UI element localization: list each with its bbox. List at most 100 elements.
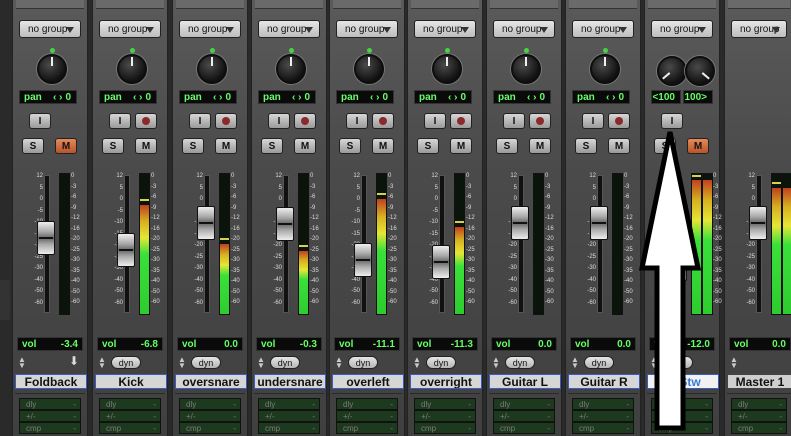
insert-slot[interactable]: +/- bbox=[258, 410, 320, 423]
track-name-label[interactable]: Foldback bbox=[15, 374, 87, 389]
group-selector[interactable]: no group bbox=[651, 20, 713, 38]
mute-button[interactable]: M bbox=[294, 138, 316, 154]
automation-mode-arrows-icon[interactable]: ▲ ▼ bbox=[18, 356, 28, 370]
record-enable-button[interactable] bbox=[215, 113, 237, 129]
group-selector[interactable]: no group bbox=[493, 20, 555, 38]
insert-slot[interactable]: cmp bbox=[336, 422, 398, 435]
solo-button[interactable]: S bbox=[102, 138, 124, 154]
pan-knob[interactable] bbox=[117, 48, 147, 84]
record-enable-button[interactable] bbox=[372, 113, 394, 129]
input-monitor-button[interactable]: I bbox=[268, 113, 290, 129]
solo-button[interactable]: S bbox=[339, 138, 361, 154]
automation-mode-selector[interactable]: dyn bbox=[426, 356, 456, 369]
insert-slot[interactable]: cmp bbox=[493, 422, 555, 435]
pan-knob[interactable] bbox=[590, 48, 620, 84]
insert-slot[interactable]: dly bbox=[19, 398, 81, 411]
insert-slot[interactable]: +/- bbox=[572, 410, 634, 423]
solo-button[interactable]: S bbox=[417, 138, 439, 154]
insert-slot[interactable]: cmp bbox=[731, 422, 787, 435]
automation-mode-arrows-icon[interactable]: ▲ ▼ bbox=[730, 356, 740, 370]
pan-knob-left[interactable] bbox=[657, 56, 687, 86]
automation-mode-selector[interactable]: dyn bbox=[505, 356, 535, 369]
automation-mode-arrows-icon[interactable]: ▲ ▼ bbox=[98, 356, 108, 370]
automation-mode-selector[interactable]: dyn bbox=[584, 356, 614, 369]
track-name-label[interactable]: Guitar R bbox=[568, 374, 640, 389]
group-selector[interactable]: no group bbox=[99, 20, 161, 38]
track-name-label[interactable]: Master 1 bbox=[727, 374, 791, 389]
pan-knob[interactable] bbox=[37, 48, 67, 84]
record-enable-button[interactable] bbox=[135, 113, 157, 129]
automation-mode-selector[interactable]: dyn bbox=[348, 356, 378, 369]
automation-mode-arrows-icon[interactable]: ▲ ▼ bbox=[335, 356, 345, 370]
insert-slot[interactable]: cmp bbox=[414, 422, 476, 435]
mute-button[interactable]: M bbox=[135, 138, 157, 154]
record-enable-button[interactable] bbox=[294, 113, 316, 129]
solo-button[interactable]: S bbox=[182, 138, 204, 154]
track-name-label[interactable]: overright bbox=[410, 374, 482, 389]
pan-knob[interactable] bbox=[354, 48, 384, 84]
insert-slot[interactable]: cmp bbox=[258, 422, 320, 435]
insert-slot[interactable]: dly bbox=[731, 398, 787, 411]
record-enable-button[interactable] bbox=[450, 113, 472, 129]
input-monitor-button[interactable]: I bbox=[29, 113, 51, 129]
insert-slot[interactable]: cmp bbox=[572, 422, 634, 435]
record-enable-button[interactable] bbox=[608, 113, 630, 129]
solo-button[interactable]: S bbox=[261, 138, 283, 154]
group-selector[interactable]: no group bbox=[572, 20, 634, 38]
track-name-label[interactable]: oversnare bbox=[175, 374, 247, 389]
pan-knob-right[interactable] bbox=[685, 56, 715, 86]
insert-slot[interactable]: +/- bbox=[336, 410, 398, 423]
automation-mode-selector[interactable]: dyn bbox=[270, 356, 300, 369]
mute-button[interactable]: M bbox=[372, 138, 394, 154]
insert-slot[interactable]: dly bbox=[493, 398, 555, 411]
mute-button[interactable]: M bbox=[55, 138, 77, 154]
input-monitor-button[interactable]: I bbox=[582, 113, 604, 129]
insert-slot[interactable]: +/- bbox=[19, 410, 81, 423]
volume-fader[interactable] bbox=[590, 206, 608, 241]
insert-slot[interactable]: cmp bbox=[179, 422, 241, 435]
pan-knob[interactable] bbox=[511, 48, 541, 84]
track-name-label[interactable]: overleft bbox=[332, 374, 404, 389]
automation-mode-arrows-icon[interactable]: ▲ ▼ bbox=[492, 356, 502, 370]
volume-fader[interactable] bbox=[432, 244, 450, 279]
automation-mode-selector[interactable]: dyn bbox=[111, 356, 141, 369]
volume-fader[interactable] bbox=[749, 206, 767, 241]
track-name-label[interactable]: Kick bbox=[95, 374, 167, 389]
automation-mode-arrows-icon[interactable]: ▲ ▼ bbox=[571, 356, 581, 370]
group-selector[interactable]: no group bbox=[414, 20, 476, 38]
mute-button[interactable]: M bbox=[529, 138, 551, 154]
insert-slot[interactable]: +/- bbox=[99, 410, 161, 423]
track-name-label[interactable]: Guitar L bbox=[489, 374, 561, 389]
volume-fader[interactable] bbox=[197, 206, 215, 241]
insert-slot[interactable]: cmp bbox=[99, 422, 161, 435]
insert-slot[interactable]: +/- bbox=[493, 410, 555, 423]
insert-slot[interactable]: dly bbox=[336, 398, 398, 411]
insert-slot[interactable]: +/- bbox=[179, 410, 241, 423]
automation-mode-arrows-icon[interactable]: ▲ ▼ bbox=[178, 356, 188, 370]
insert-slot[interactable]: +/- bbox=[414, 410, 476, 423]
input-monitor-button[interactable]: I bbox=[503, 113, 525, 129]
insert-slot[interactable]: dly bbox=[258, 398, 320, 411]
track-name-label[interactable]: undersnare bbox=[254, 374, 326, 389]
automation-mode-arrows-icon[interactable]: ▲ ▼ bbox=[413, 356, 423, 370]
group-selector[interactable]: no group bbox=[731, 20, 787, 38]
insert-slot[interactable]: cmp bbox=[19, 422, 81, 435]
volume-fader[interactable] bbox=[511, 206, 529, 241]
mute-button[interactable]: M bbox=[215, 138, 237, 154]
input-monitor-button[interactable]: I bbox=[424, 113, 446, 129]
volume-fader[interactable] bbox=[354, 243, 372, 278]
automation-mode-arrows-icon[interactable]: ▲ ▼ bbox=[257, 356, 267, 370]
solo-button[interactable]: S bbox=[22, 138, 44, 154]
input-monitor-button[interactable]: I bbox=[109, 113, 131, 129]
volume-fader[interactable] bbox=[276, 207, 294, 242]
pan-knob[interactable] bbox=[197, 48, 227, 84]
pan-knob[interactable] bbox=[432, 48, 462, 84]
mute-button[interactable]: M bbox=[608, 138, 630, 154]
insert-slot[interactable]: dly bbox=[572, 398, 634, 411]
input-monitor-button[interactable]: I bbox=[346, 113, 368, 129]
insert-slot[interactable]: dly bbox=[99, 398, 161, 411]
pan-knob[interactable] bbox=[276, 48, 306, 84]
input-monitor-button[interactable]: I bbox=[189, 113, 211, 129]
record-enable-button[interactable] bbox=[529, 113, 551, 129]
insert-slot[interactable]: dly bbox=[179, 398, 241, 411]
